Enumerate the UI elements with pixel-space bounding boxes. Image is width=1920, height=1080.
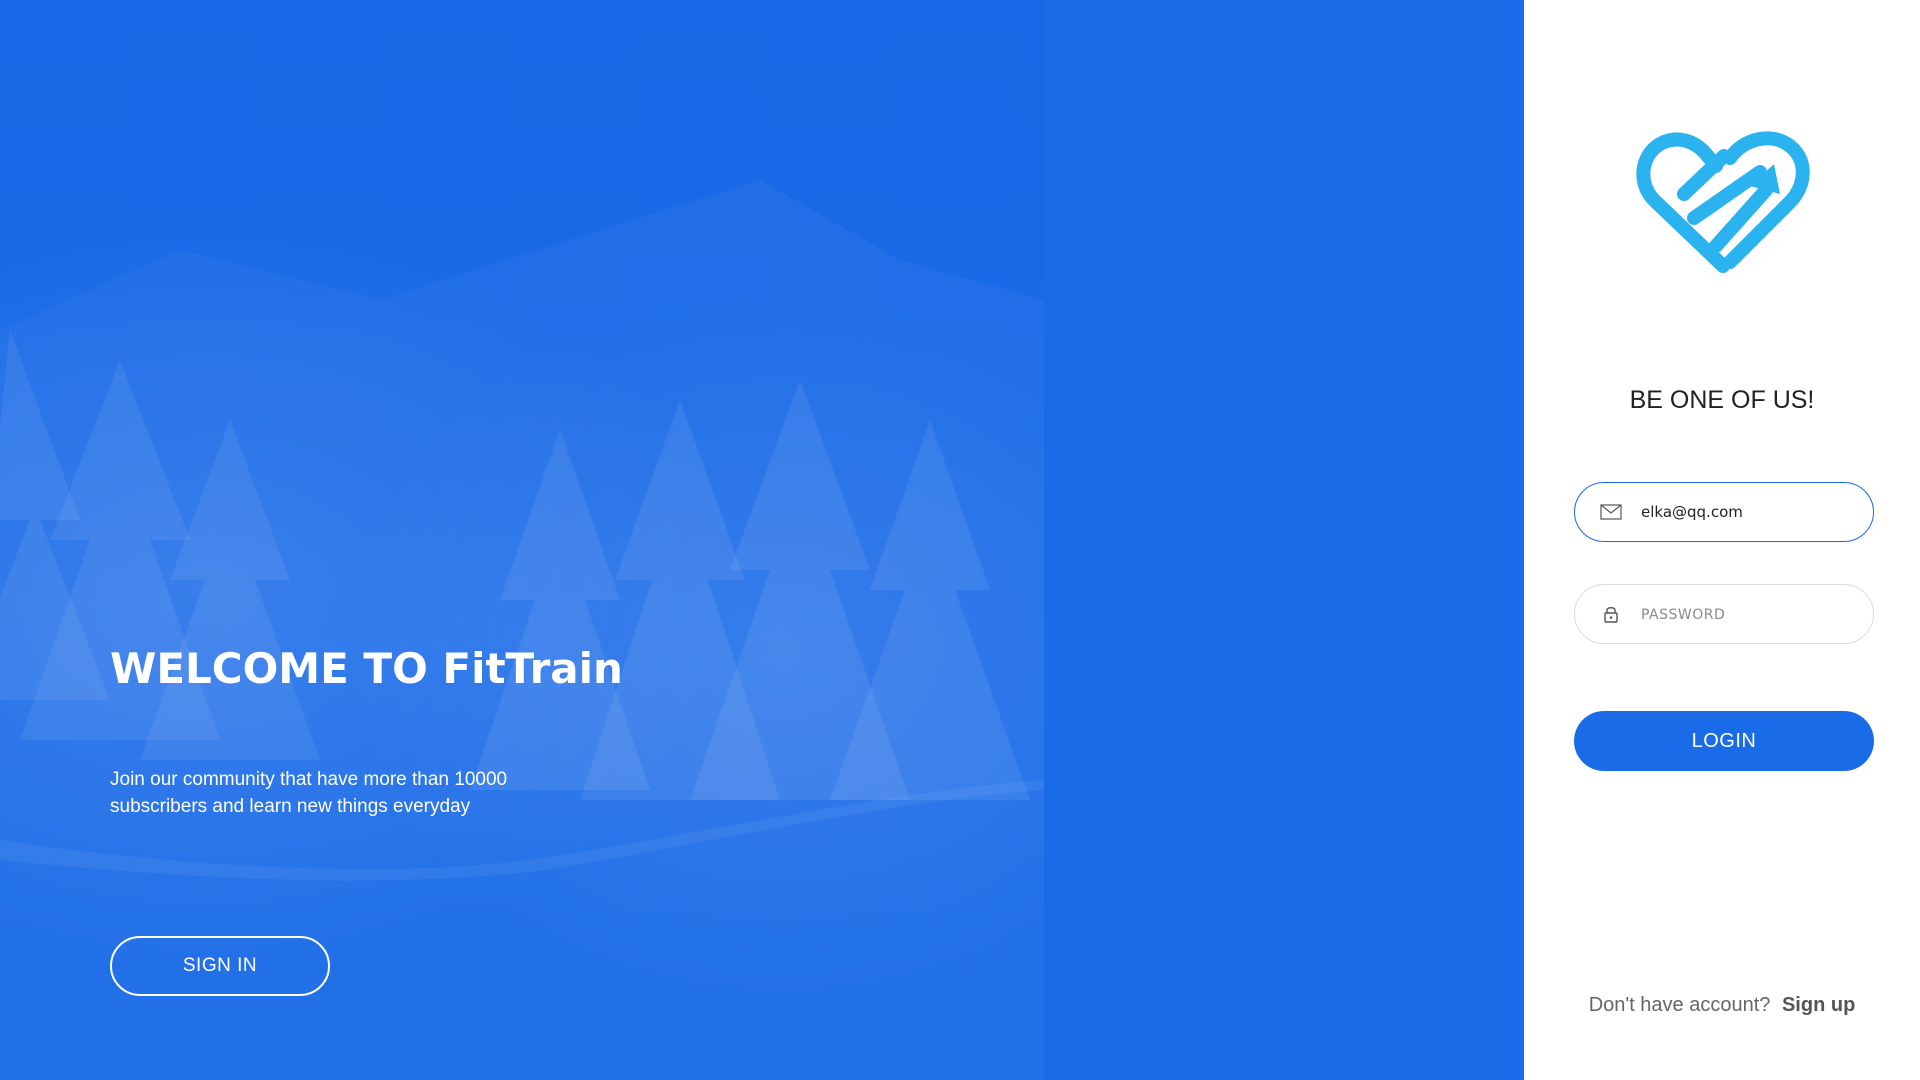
- email-input[interactable]: [1641, 503, 1861, 521]
- sign-in-button[interactable]: SIGN IN: [110, 936, 330, 996]
- heart-arrow-logo-icon: [1634, 128, 1812, 278]
- password-field[interactable]: [1574, 584, 1874, 644]
- envelope-icon: [1599, 500, 1623, 524]
- hero-panel: WELCOME TO FitTrain Join our community t…: [0, 0, 1524, 1080]
- signup-prompt: Don't have account?: [1588, 994, 1771, 1016]
- sign-up-link[interactable]: Sign up: [1782, 994, 1855, 1016]
- password-input[interactable]: [1641, 605, 1861, 623]
- snowy-forest-illustration: [0, 330, 1044, 881]
- login-heading: BE ONE OF US!: [1629, 386, 1815, 414]
- welcome-subtitle: Join our community that have more than 1…: [110, 769, 508, 817]
- hero-background-image: [0, 0, 1044, 1080]
- login-panel: BE ONE OF US! LOGIN Don't ha: [1524, 0, 1920, 1080]
- lock-icon: [1599, 602, 1623, 626]
- signup-row: Don't have account? Sign up: [1524, 994, 1920, 1017]
- page: WELCOME TO FitTrain Join our community t…: [0, 0, 1920, 1080]
- email-field[interactable]: [1574, 482, 1874, 542]
- welcome-title: WELCOME TO FitTrain: [110, 644, 623, 693]
- login-button[interactable]: LOGIN: [1574, 711, 1874, 771]
